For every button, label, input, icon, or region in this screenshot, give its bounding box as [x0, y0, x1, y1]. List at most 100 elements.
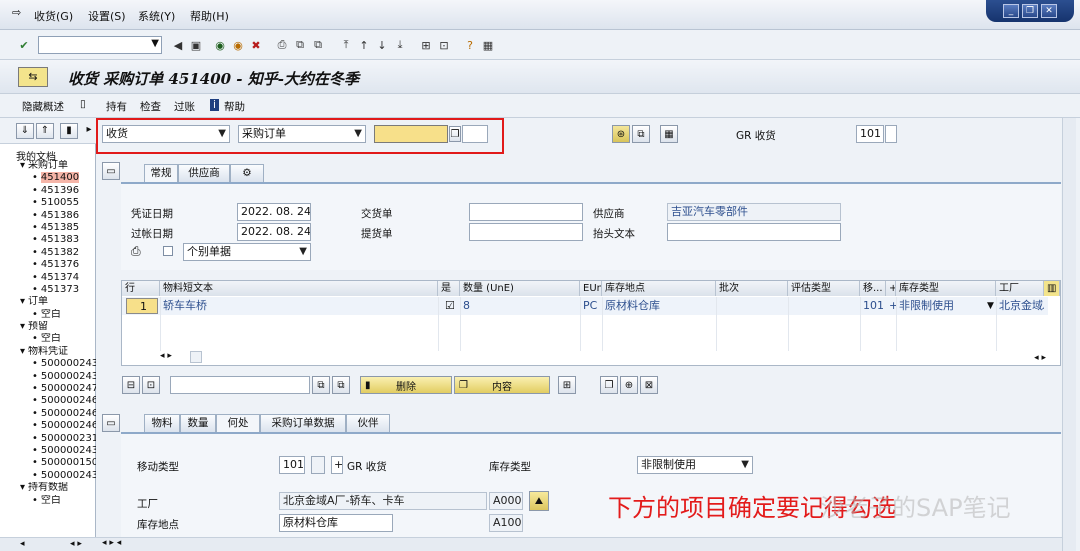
doc-date-input[interactable]: 2022. 08. 24 — [237, 203, 311, 221]
plant-address-icon[interactable]: ⛰ — [529, 491, 549, 511]
print-icon[interactable]: ⎙ — [274, 37, 290, 53]
select-all-icon[interactable]: ⊟ — [122, 376, 140, 394]
tree-item[interactable]: • 451376 — [0, 259, 96, 271]
help-icon[interactable]: ? — [462, 37, 478, 53]
tree-item[interactable]: • 空白 — [0, 309, 96, 321]
mvt-special-input[interactable] — [311, 456, 325, 474]
column-settings-icon[interactable]: ▥ — [1044, 281, 1060, 296]
delete-button[interactable]: ▮ 删除 — [360, 376, 452, 394]
tree-item[interactable]: • 451383 — [0, 234, 96, 246]
save-icon[interactable]: ▣ — [188, 37, 204, 53]
menu-settings[interactable]: 设置(S) — [88, 8, 126, 24]
find-icon[interactable]: ⧉ — [292, 37, 308, 53]
tree-item[interactable]: •500000243! — [0, 358, 96, 370]
tree-item[interactable]: • 500000243: — [0, 371, 96, 383]
tree-item[interactable]: • 451374 — [0, 272, 96, 284]
col-line[interactable]: 行 — [122, 281, 160, 296]
tree-item[interactable]: • 500000247( — [0, 383, 96, 395]
tree-folder[interactable]: ▾ 持有数据 — [0, 482, 96, 494]
scroll-left-right-icon[interactable]: ◂ ▸ ◂ — [102, 538, 121, 548]
chevron-down-icon[interactable]: ▼ — [984, 297, 996, 315]
tree-item[interactable]: • 500000150( — [0, 457, 96, 469]
deselect-all-icon[interactable]: ⊡ — [142, 376, 160, 394]
prev-page-icon[interactable]: ↑ — [356, 37, 372, 53]
movement-type-input[interactable]: 101 — [856, 125, 884, 143]
col-qty[interactable]: 数量 (UnE) — [460, 281, 580, 296]
split-icon[interactable]: ⊠ — [640, 376, 658, 394]
expand-icon[interactable]: ⇓ — [16, 123, 34, 139]
tab-general[interactable]: 常规 — [144, 164, 178, 183]
tree-item[interactable]: • 451396 — [0, 185, 96, 197]
table-settings-icon[interactable]: ▦ — [660, 125, 678, 143]
post-button[interactable]: 过账 — [174, 99, 195, 114]
tab-po-data[interactable]: 采购订单数据 — [260, 414, 346, 432]
hold-button[interactable]: 持有 — [106, 99, 127, 114]
back-small-icon[interactable]: ◀ — [170, 37, 186, 53]
main-vertical-scrollbar[interactable] — [1062, 118, 1076, 551]
col-material[interactable]: 物料短文本 — [160, 281, 438, 296]
collapse-detail-icon[interactable]: ▭ — [102, 414, 120, 432]
tree-item[interactable]: • 451386 — [0, 210, 96, 222]
last-page-icon[interactable]: ⤓ — [392, 37, 408, 53]
restore-icon[interactable]: ❐ — [1022, 4, 1038, 18]
scroll-right-icon[interactable]: ◂ ▸ — [70, 539, 82, 549]
chevron-down-icon[interactable]: ▼ — [151, 38, 159, 49]
print-checkbox[interactable] — [163, 246, 173, 256]
mvt-input[interactable]: 101 — [279, 456, 305, 474]
col-sloc[interactable]: 库存地点 — [602, 281, 716, 296]
enter-icon[interactable]: ✔ — [16, 37, 32, 53]
first-page-icon[interactable]: ⤒ — [338, 37, 354, 53]
cell-sloc[interactable]: 原材料仓库 — [602, 297, 714, 315]
tree-item[interactable]: •500000246! — [0, 395, 96, 407]
scroll-right-icon[interactable]: ◂ ▸ — [1034, 353, 1046, 363]
tree-folder[interactable]: ▾ 采购订单 — [0, 160, 96, 172]
tab-where[interactable]: 何处 — [216, 414, 260, 433]
col-batch[interactable]: 批次 — [716, 281, 788, 296]
slip-option-select[interactable]: 个别单据 ▼ — [183, 243, 311, 261]
menu-icon[interactable]: ⇨ — [12, 6, 21, 19]
post-date-input[interactable]: 2022. 08. 24 — [237, 223, 311, 241]
tab-material[interactable]: 物料 — [144, 414, 180, 432]
tree-item[interactable]: • 451385 — [0, 222, 96, 234]
execute-icon[interactable]: ⊛ — [612, 125, 630, 143]
check-button[interactable]: 检查 — [140, 99, 161, 114]
document-icon[interactable]: ⇆ — [18, 67, 48, 87]
collapse-header-icon[interactable]: ▭ — [102, 162, 120, 180]
sloc-input[interactable]: 原材料仓库 — [279, 514, 393, 532]
tree-item[interactable]: • 451373 — [0, 284, 96, 296]
new-document-icon[interactable]: ▯ — [80, 98, 86, 110]
help-button[interactable]: 帮助 — [224, 99, 245, 114]
horizontal-scrollbar[interactable] — [190, 351, 202, 363]
tree-item[interactable]: •500000231! — [0, 433, 96, 445]
cell-valtype[interactable] — [788, 297, 858, 315]
col-plant[interactable]: 工厂 — [996, 281, 1044, 296]
new-session-icon[interactable]: ⊞ — [418, 37, 434, 53]
tree-item[interactable]: •500000243! — [0, 445, 96, 457]
tree-item[interactable]: • 空白 — [0, 495, 96, 507]
material-search-input[interactable] — [170, 376, 310, 394]
movement-special-input[interactable] — [885, 125, 897, 143]
find-icon[interactable]: ⧉ — [312, 376, 330, 394]
tree-item[interactable]: • 500000246: — [0, 408, 96, 420]
stock-type-select[interactable]: 非限制使用 ▼ — [637, 456, 753, 474]
cell-stock-type[interactable]: 非限制使用 — [896, 297, 984, 315]
tree-item[interactable]: •500000243! — [0, 470, 96, 482]
back-icon[interactable]: ◉ — [212, 37, 228, 53]
shortcut-icon[interactable]: ⊡ — [436, 37, 452, 53]
hide-overview-button[interactable]: 隐藏概述 — [22, 99, 64, 114]
info-icon[interactable]: i — [210, 99, 219, 111]
tree-folder[interactable]: ▾ 预留 — [0, 321, 96, 333]
delete-icon[interactable]: ▮ — [60, 123, 78, 139]
cell-batch[interactable] — [716, 297, 786, 315]
find-next-icon[interactable]: ⧉ — [332, 376, 350, 394]
collapse-icon[interactable]: ⇑ — [36, 123, 54, 139]
tree-item[interactable]: • 451400 — [0, 172, 96, 184]
cell-qty[interactable]: 8 — [460, 297, 578, 315]
tab-more-icon[interactable]: ⚙ — [230, 164, 264, 182]
binoculars-icon[interactable]: ⧉ — [632, 125, 650, 143]
col-stock-type[interactable]: 库存类型 — [896, 281, 996, 296]
chevron-down-icon[interactable]: ▼ — [741, 457, 749, 473]
col-mvt[interactable]: 移... — [860, 281, 886, 296]
tree-item[interactable]: • 500000246: — [0, 420, 96, 432]
cell-line[interactable]: 1 — [126, 298, 158, 314]
